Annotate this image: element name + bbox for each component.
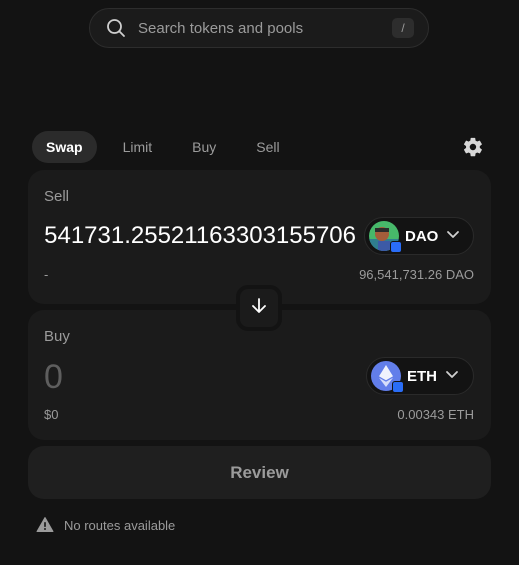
buy-fiat-value: $0 bbox=[44, 407, 59, 422]
sell-token-symbol: DAO bbox=[405, 227, 439, 245]
sell-amount-input[interactable]: 96541731.25521163303155706 bbox=[44, 222, 356, 250]
sell-label: Sell bbox=[44, 188, 70, 205]
sell-token-selector[interactable]: DAO bbox=[364, 217, 474, 255]
chevron-down-icon bbox=[446, 227, 460, 246]
chevron-down-icon bbox=[445, 367, 459, 386]
network-badge-icon bbox=[392, 381, 404, 393]
tab-sell[interactable]: Sell bbox=[242, 131, 293, 163]
tab-limit[interactable]: Limit bbox=[109, 131, 167, 163]
buy-token-symbol: ETH bbox=[407, 367, 437, 385]
swap-mode-tabs: Swap Limit Buy Sell bbox=[32, 131, 306, 163]
warning-icon bbox=[36, 516, 54, 534]
buy-label: Buy bbox=[44, 328, 70, 345]
routing-notice: No routes available bbox=[36, 516, 175, 534]
tab-buy[interactable]: Buy bbox=[178, 131, 230, 163]
settings-gear-icon[interactable] bbox=[462, 136, 484, 158]
dao-token-icon bbox=[369, 221, 402, 253]
buy-amount-input[interactable]: 0 bbox=[44, 358, 63, 397]
arrow-down-icon bbox=[249, 296, 269, 321]
network-badge-icon bbox=[390, 241, 402, 253]
sell-balance[interactable]: 96,541,731.26 DAO bbox=[359, 267, 474, 282]
switch-direction-button[interactable] bbox=[236, 285, 282, 331]
search-bar[interactable]: Search tokens and pools / bbox=[89, 8, 429, 48]
eth-token-icon bbox=[371, 361, 404, 393]
no-routes-text: No routes available bbox=[64, 517, 176, 533]
search-shortcut-key: / bbox=[392, 18, 414, 38]
sell-panel: Sell 96541731.25521163303155706 DAO - 96… bbox=[28, 170, 491, 304]
buy-token-selector[interactable]: ETH bbox=[366, 357, 474, 395]
review-button[interactable]: Review bbox=[28, 446, 491, 499]
tab-swap[interactable]: Swap bbox=[32, 131, 97, 163]
search-input[interactable]: Search tokens and pools bbox=[138, 20, 392, 37]
sell-fiat-value: - bbox=[44, 267, 49, 282]
search-icon bbox=[106, 18, 126, 38]
buy-balance: 0.00343 ETH bbox=[397, 407, 474, 422]
